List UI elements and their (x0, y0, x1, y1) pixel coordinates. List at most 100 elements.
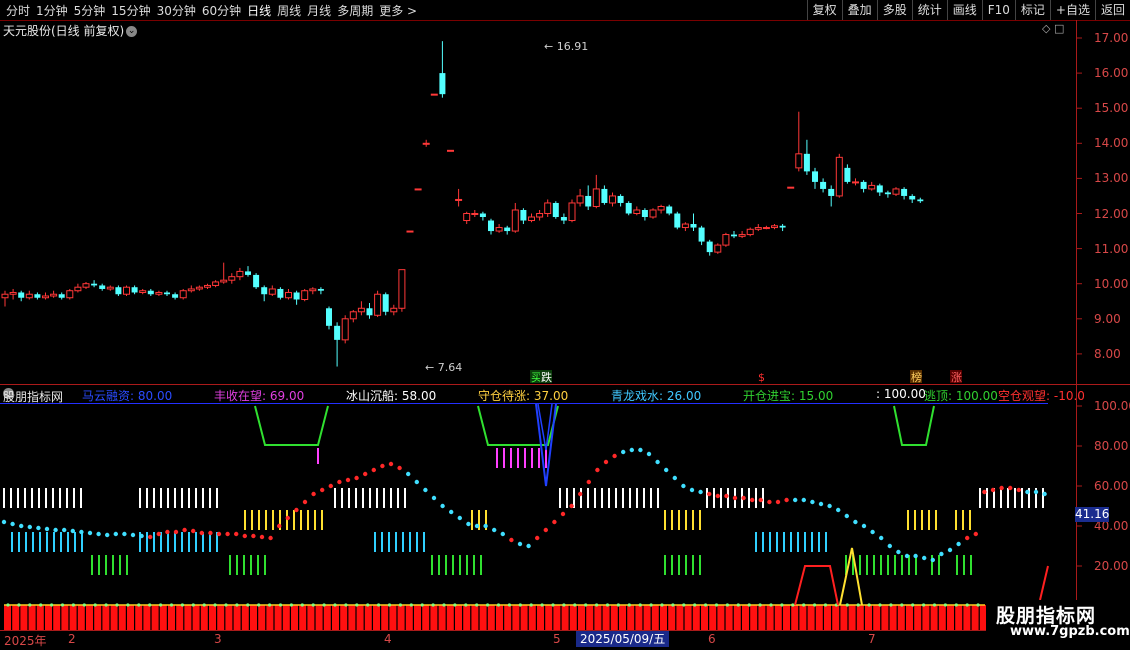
price-tick: 9.00 (1094, 311, 1121, 326)
baseline-dot (747, 603, 751, 607)
red-bar (955, 605, 963, 630)
red-bar (889, 605, 897, 630)
square-icon[interactable]: □ (1054, 22, 1064, 35)
candle-body (123, 286, 130, 295)
candle-body (592, 188, 600, 207)
indicator-dot (509, 537, 514, 543)
sell-marker: 跌 (541, 370, 552, 384)
indicator-dot (208, 530, 213, 536)
candle-body (1, 293, 9, 299)
candle-body (771, 225, 778, 229)
indicator-dot (1025, 489, 1030, 495)
baseline-dot (191, 603, 195, 607)
candle-body (681, 223, 689, 229)
baseline-dot (82, 603, 86, 607)
indicator-dot (767, 499, 772, 505)
red-bar (512, 605, 520, 630)
candle-body (844, 167, 851, 182)
red-bar (619, 605, 626, 630)
red-bar (963, 605, 971, 630)
indicator-field: 马云融资: 80.00 (82, 389, 173, 403)
candle-body (50, 293, 58, 297)
red-bar (217, 605, 225, 630)
red-bar (12, 605, 20, 630)
indicator-dot (741, 495, 746, 501)
baseline-dot (475, 603, 479, 607)
indicator-dot (380, 463, 385, 469)
red-bar (159, 605, 167, 630)
red-bar (578, 605, 585, 630)
red-bar (922, 605, 930, 630)
candle-body (374, 293, 382, 316)
candle-body (779, 225, 786, 228)
red-bar (209, 605, 216, 630)
red-bar (332, 605, 339, 630)
red-bar (110, 605, 118, 630)
baseline-dot (704, 603, 708, 607)
indicator-dot (621, 449, 626, 455)
red-bar (569, 605, 577, 630)
red-bar (537, 605, 544, 630)
red-bar (233, 605, 241, 630)
red-bar (594, 605, 602, 630)
candle-body (131, 287, 138, 293)
price-tick: 17.00 (1094, 31, 1129, 45)
candle-body (835, 156, 843, 197)
baseline-dot (791, 603, 795, 607)
candle-body (220, 279, 228, 283)
baseline-dot (889, 603, 893, 607)
indicator-dot (483, 523, 488, 529)
indicator-dot (672, 475, 677, 481)
candle-body (852, 181, 859, 184)
candle-body (803, 153, 810, 172)
candle-body (99, 285, 106, 289)
baseline-dot (289, 603, 293, 607)
indicator-dot (904, 553, 910, 559)
baseline-dot (213, 603, 217, 607)
baseline-dot (377, 603, 381, 607)
date-cursor: 2025/05/09/五 (576, 631, 670, 647)
indicator-dot (371, 467, 376, 473)
indicator-dot (285, 515, 290, 521)
date-tick: 4 (384, 632, 392, 646)
indicator-dot (10, 521, 15, 527)
diamond-icon[interactable]: ◇ (1042, 22, 1050, 35)
baseline-dot (627, 603, 631, 607)
indicator-dot (603, 459, 609, 465)
candle-body (706, 241, 713, 253)
baseline-dot (725, 603, 730, 607)
candle-body (536, 213, 544, 218)
chevron-down-icon[interactable]: ⌄ (126, 26, 138, 37)
indicator-dot (500, 531, 505, 537)
indicator-dot (457, 515, 462, 521)
indicator-dot (982, 489, 987, 495)
red-bar (971, 605, 979, 630)
baseline-dot (464, 603, 468, 607)
red-bar (824, 605, 831, 630)
red-bar (438, 605, 446, 630)
candle-body (762, 227, 770, 230)
red-bar (487, 605, 495, 630)
indicator-dot (784, 497, 789, 503)
red-bar (938, 605, 946, 630)
candle-body (714, 244, 722, 253)
baseline-dot (333, 603, 337, 607)
candle-body (34, 294, 41, 298)
candle-body (617, 195, 624, 203)
candle-body (447, 149, 454, 152)
red-bar (627, 605, 635, 630)
red-bar (430, 605, 438, 630)
red-bar (61, 605, 69, 630)
current-value-tag: 41.16 (1075, 507, 1110, 522)
red-bar (45, 605, 52, 630)
zhang-marker: 涨 (951, 371, 962, 384)
red-bar (496, 605, 503, 630)
indicator-dot (1, 519, 7, 525)
kline-chart-canvas[interactable]: ← 16.91← 7.64买跌 $ 榜涨 (0, 0, 1130, 650)
candle-body (253, 274, 260, 288)
indicator-dot (328, 483, 333, 489)
candle-body (293, 292, 300, 300)
red-bar (77, 605, 85, 630)
baseline-dot (758, 603, 762, 607)
candle-body (398, 269, 406, 309)
